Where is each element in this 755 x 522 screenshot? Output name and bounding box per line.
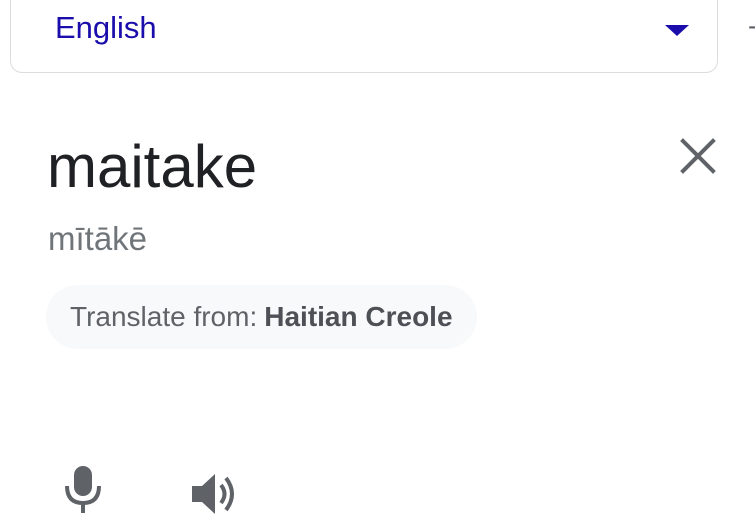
target-language-label: English — [55, 10, 157, 45]
dropdown-arrow-icon[interactable] — [665, 25, 689, 36]
source-word: maitake — [47, 133, 258, 200]
translate-widget: English - maitake mītākē Translate from:… — [0, 0, 755, 522]
pronunciation-text: mītākē — [48, 220, 148, 257]
speaker-icon[interactable] — [188, 470, 240, 518]
translate-from-chip[interactable]: Translate from: Haitian Creole — [46, 285, 477, 349]
swap-icon[interactable]: - — [748, 12, 755, 40]
translate-from-language: Haitian Creole — [264, 301, 453, 332]
close-icon[interactable] — [676, 134, 720, 178]
translate-from-prefix: Translate from: — [70, 301, 258, 332]
microphone-icon[interactable] — [60, 462, 106, 516]
target-language-select[interactable]: English — [10, 0, 718, 73]
